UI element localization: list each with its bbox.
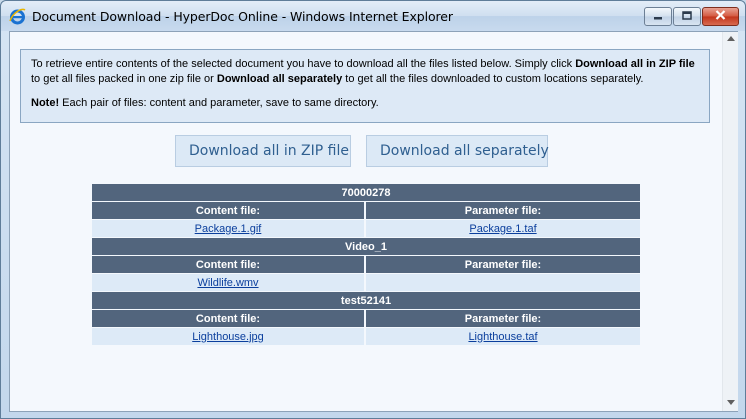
parameter-file-link[interactable]: Package.1.taf — [469, 223, 536, 235]
scroll-down-arrow-icon[interactable] — [727, 400, 735, 407]
close-icon — [715, 10, 726, 23]
parameter-file-header: Parameter file: — [366, 256, 640, 274]
group-header-row: 70000278 — [92, 184, 640, 202]
group-header-row: Video_1 — [92, 238, 640, 256]
content-file-link[interactable]: Wildlife.wmv — [197, 277, 258, 289]
group-name: test52141 — [92, 292, 640, 310]
close-button[interactable] — [702, 7, 739, 26]
content-file-header: Content file: — [92, 256, 366, 274]
internet-explorer-icon — [9, 8, 26, 25]
column-header-row: Content file: Parameter file: — [92, 202, 640, 220]
group-name: 70000278 — [92, 184, 640, 202]
note-label: Note! — [31, 97, 60, 109]
maximize-icon — [682, 10, 692, 23]
group-header-row: test52141 — [92, 292, 640, 310]
page-content: To retrieve entire contents of the selec… — [10, 32, 722, 411]
maximize-button[interactable] — [673, 7, 701, 26]
title-bar[interactable]: Document Download - HyperDoc Online - Wi… — [1, 1, 745, 31]
window-title: Document Download - HyperDoc Online - Wi… — [32, 9, 453, 24]
instructions-text: To retrieve entire contents of the selec… — [31, 58, 695, 85]
column-header-row: Content file: Parameter file: — [92, 256, 640, 274]
content-file-header: Content file: — [92, 310, 366, 328]
group-name: Video_1 — [92, 238, 640, 256]
scroll-up-arrow-icon[interactable] — [727, 36, 735, 43]
note-text: Note! Each pair of files: content and pa… — [31, 97, 379, 109]
table-row: Package.1.gif Package.1.taf — [92, 220, 640, 238]
content-file-cell: Wildlife.wmv — [92, 274, 366, 292]
content-file-link[interactable]: Lighthouse.jpg — [192, 331, 264, 343]
parameter-file-cell: Lighthouse.taf — [366, 328, 640, 346]
column-header-row: Content file: Parameter file: — [92, 310, 640, 328]
parameter-file-header: Parameter file: — [366, 202, 640, 220]
table-row: Lighthouse.jpg Lighthouse.taf — [92, 328, 640, 346]
minimize-button[interactable] — [644, 7, 672, 26]
files-table: 70000278 Content file: Parameter file: P… — [92, 184, 640, 346]
content-file-cell: Package.1.gif — [92, 220, 366, 238]
download-separately-button[interactable]: Download all separately — [366, 135, 549, 167]
browser-window: Document Download - HyperDoc Online - Wi… — [0, 0, 746, 419]
parameter-file-header: Parameter file: — [366, 310, 640, 328]
content-file-link[interactable]: Package.1.gif — [195, 223, 262, 235]
download-zip-button[interactable]: Download all in ZIP file — [175, 135, 351, 167]
parameter-file-cell — [366, 274, 640, 292]
table-row: Wildlife.wmv — [92, 274, 640, 292]
content-file-header: Content file: — [92, 202, 366, 220]
minimize-icon — [653, 11, 663, 23]
instructions-panel: To retrieve entire contents of the selec… — [20, 49, 710, 123]
parameter-file-link[interactable]: Lighthouse.taf — [468, 331, 537, 343]
vertical-scrollbar[interactable] — [722, 32, 738, 411]
browser-client-area: To retrieve entire contents of the selec… — [9, 31, 738, 412]
parameter-file-cell: Package.1.taf — [366, 220, 640, 238]
content-file-cell: Lighthouse.jpg — [92, 328, 366, 346]
